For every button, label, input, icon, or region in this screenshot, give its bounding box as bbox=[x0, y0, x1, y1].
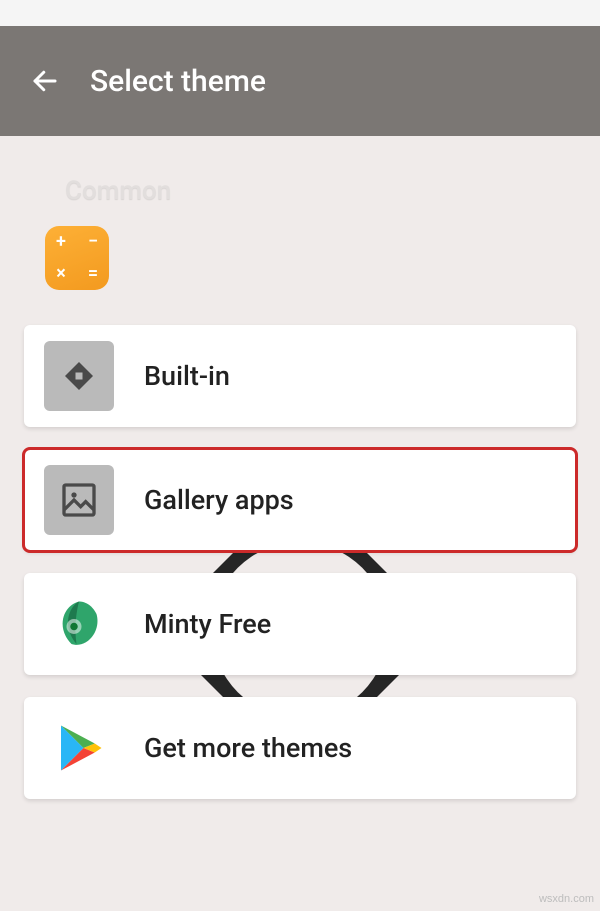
theme-option-label: Built-in bbox=[144, 360, 230, 392]
section-label: Common bbox=[65, 176, 600, 206]
appbar: Select theme bbox=[0, 26, 600, 136]
page-title: Select theme bbox=[90, 64, 266, 99]
minty-icon bbox=[44, 589, 114, 659]
theme-option-label: Gallery apps bbox=[144, 484, 294, 516]
theme-option-label: Get more themes bbox=[144, 732, 352, 764]
play-store-icon bbox=[44, 713, 114, 783]
theme-option-gallery-apps[interactable]: Gallery apps bbox=[24, 449, 576, 551]
gallery-icon bbox=[44, 465, 114, 535]
back-icon[interactable] bbox=[30, 66, 60, 96]
calculator-icon[interactable]: + − × = bbox=[45, 226, 109, 290]
built-in-icon bbox=[44, 341, 114, 411]
theme-option-minty-free[interactable]: Minty Free bbox=[24, 573, 576, 675]
theme-list: Built-in Gallery apps Minty Free bbox=[0, 325, 600, 799]
watermark: wsxdn.com bbox=[539, 893, 594, 905]
theme-option-built-in[interactable]: Built-in bbox=[24, 325, 576, 427]
theme-option-label: Minty Free bbox=[144, 608, 271, 640]
status-bar bbox=[0, 0, 600, 26]
theme-option-get-more[interactable]: Get more themes bbox=[24, 697, 576, 799]
